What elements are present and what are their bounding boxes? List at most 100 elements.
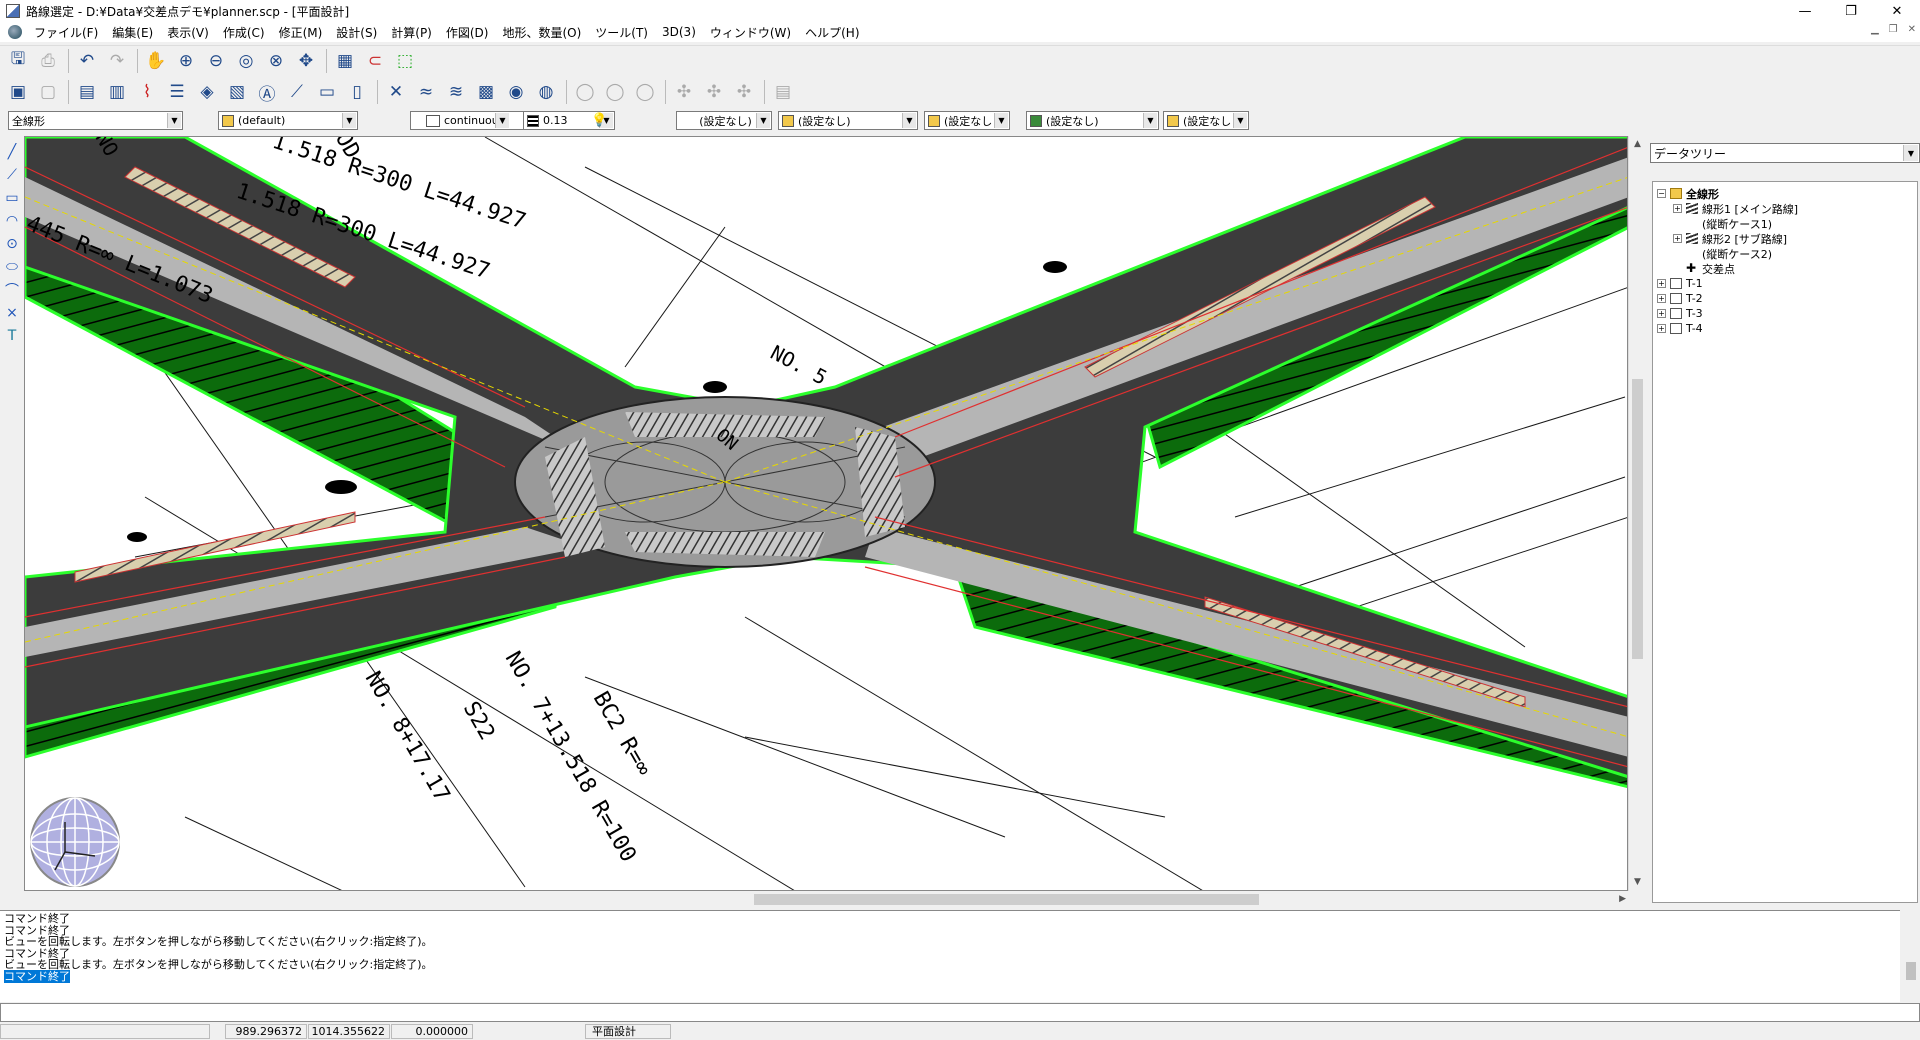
scroll-thumb[interactable] [1632, 379, 1643, 659]
setting2-select[interactable]: (設定なし) ▼ [778, 111, 918, 130]
circle-tool-2-icon[interactable]: ◯ [601, 79, 629, 105]
settings-tool-icon[interactable]: ▤ [769, 79, 797, 105]
select-icon[interactable]: ⬚ [391, 48, 419, 74]
zoom-out-icon[interactable]: ⊖ [202, 48, 230, 74]
circle-tool-icon[interactable]: ⊙ [0, 232, 24, 255]
data-tree[interactable]: − 全線形 + 線形1 [メイン路線] (縦断ケース1) + 線形2 [サブ路線] (縦断ケー… [1652, 181, 1918, 903]
alignment-tool-icon[interactable]: ▣ [4, 79, 32, 105]
collapse-icon[interactable]: − [1657, 189, 1666, 198]
redo-icon[interactable]: ↷ [103, 48, 131, 74]
viewport-horizontal-scrollbar[interactable]: ▶ [24, 891, 1628, 908]
mdi-restore-icon[interactable]: ❐ [1889, 24, 1898, 35]
layers-icon[interactable]: ◈ [193, 79, 221, 105]
view-icon[interactable]: ◉ [502, 79, 530, 105]
chevron-down-icon[interactable]: ▼ [1143, 113, 1157, 128]
rectangle-tool-icon[interactable]: ▭ [0, 186, 24, 209]
zoom-extents-icon[interactable]: ✥ [292, 48, 320, 74]
menu-modify[interactable]: 修正(M) [273, 24, 331, 41]
text-tool-icon[interactable]: T [0, 324, 24, 347]
calculator-icon[interactable]: ▤ [73, 79, 101, 105]
expand-icon[interactable]: + [1657, 279, 1666, 288]
ellipse-tool-icon[interactable]: ⬭ [0, 255, 24, 278]
viewport-vertical-scrollbar[interactable]: ▲ ▼ [1628, 136, 1645, 891]
chevron-down-icon[interactable]: ▼ [495, 113, 509, 128]
point-tool-icon[interactable]: × [0, 301, 24, 324]
panel-view-select[interactable]: データツリー ▼ [1650, 143, 1920, 163]
expand-icon[interactable]: + [1657, 309, 1666, 318]
profile-edit-icon[interactable]: ≋ [442, 79, 470, 105]
panel-icon[interactable]: ▯ [343, 79, 371, 105]
tree-node[interactable]: + T-3 [1657, 306, 1913, 321]
chevron-down-icon[interactable]: ▼ [1233, 113, 1247, 128]
chevron-down-icon[interactable]: ▼ [1903, 145, 1918, 161]
menu-window[interactable]: ウィンドウ(W) [704, 24, 799, 41]
table-icon[interactable]: ▥ [103, 79, 131, 105]
menu-terrain[interactable]: 地形、数量(O) [496, 24, 589, 41]
intersection-drawing[interactable]: 1.518 R=300 L=44.927 1.518 R=300 L=44.92… [25, 137, 1628, 891]
curve-tool-icon[interactable]: ⌒ [0, 278, 24, 301]
maximize-button[interactable]: ❐ [1828, 0, 1874, 22]
circle-tool-1-icon[interactable]: ◯ [571, 79, 599, 105]
measure-icon[interactable]: ⟋ [283, 79, 311, 105]
chevron-down-icon[interactable]: ▼ [1629, 874, 1646, 891]
tree-node[interactable]: + 線形1 [メイン路線] [1657, 201, 1913, 216]
cross-tool-3-icon[interactable]: ✣ [730, 79, 758, 105]
text-frame-icon[interactable]: Ⓐ [253, 79, 281, 105]
blank-tool-icon[interactable]: ▢ [34, 79, 62, 105]
pan-hand-icon[interactable]: ✋ [142, 48, 170, 74]
menu-edit[interactable]: 編集(E) [106, 24, 161, 41]
expand-icon[interactable]: + [1673, 234, 1682, 243]
tree-node[interactable]: + T-4 [1657, 321, 1913, 336]
chevron-right-icon[interactable]: ▶ [1619, 891, 1626, 908]
menu-tools[interactable]: ツール(T) [589, 24, 656, 41]
line-tool-icon[interactable]: ╱ [0, 140, 24, 163]
tree-node[interactable]: (縦断ケース2) [1657, 246, 1913, 261]
minimize-button[interactable]: — [1782, 0, 1828, 22]
expand-icon[interactable]: + [1657, 324, 1666, 333]
chevron-down-icon[interactable]: ▼ [342, 113, 356, 128]
document-icon[interactable] [8, 25, 22, 39]
menu-create[interactable]: 作成(C) [217, 24, 273, 41]
tree-node[interactable]: − 全線形 [1657, 186, 1913, 201]
menu-design[interactable]: 設計(S) [330, 24, 385, 41]
list-icon[interactable]: ☰ [163, 79, 191, 105]
chevron-up-icon[interactable]: ▲ [1629, 136, 1646, 153]
window-icon[interactable]: ▭ [313, 79, 341, 105]
print-icon[interactable]: ⎙ [34, 48, 62, 74]
scroll-thumb[interactable] [754, 894, 1259, 905]
chevron-down-icon[interactable]: ▼ [167, 113, 181, 128]
command-log-scrollbar[interactable] [1902, 910, 1920, 1002]
tree-node[interactable]: ✚ 交差点 [1657, 261, 1913, 276]
scroll-thumb[interactable] [1906, 962, 1916, 980]
structure-icon[interactable]: ▩ [472, 79, 500, 105]
layer-select[interactable]: (default) ▼ [218, 111, 358, 130]
orientation-globe-icon[interactable] [25, 792, 125, 891]
section-icon[interactable]: ▧ [223, 79, 251, 105]
save-icon[interactable]: 🖫 [4, 48, 32, 74]
chevron-down-icon[interactable]: ▼ [994, 113, 1008, 128]
menu-file[interactable]: ファイル(F) [28, 24, 106, 41]
expand-icon[interactable]: + [1657, 294, 1666, 303]
chevron-down-icon[interactable]: ▼ [756, 113, 770, 128]
alignment-select[interactable]: 全線形 ▼ [8, 111, 183, 130]
undo-icon[interactable]: ↶ [73, 48, 101, 74]
setting1-select[interactable]: (設定なし) ▼ [676, 111, 772, 130]
command-input[interactable] [0, 1003, 1920, 1022]
profile-icon[interactable]: ≈ [412, 79, 440, 105]
circle-tool-3-icon[interactable]: ◯ [631, 79, 659, 105]
zoom-in-icon[interactable]: ⊕ [172, 48, 200, 74]
zoom-window-icon[interactable]: ◎ [232, 48, 260, 74]
tree-node[interactable]: + 線形2 [サブ路線] [1657, 231, 1913, 246]
menu-draw[interactable]: 作図(D) [440, 24, 497, 41]
lightbulb-button[interactable]: 💡 [588, 111, 608, 130]
zoom-all-icon[interactable]: ⊗ [262, 48, 290, 74]
menu-help[interactable]: ヘルプ(H) [799, 24, 867, 41]
close-button[interactable]: ✕ [1874, 0, 1920, 22]
render-icon[interactable]: ◍ [532, 79, 560, 105]
snap-magnet-icon[interactable]: ⊂ [361, 48, 389, 74]
drawing-viewport[interactable]: 1.518 R=300 L=44.927 1.518 R=300 L=44.92… [24, 136, 1628, 891]
arc-tool-icon[interactable]: ◠ [0, 209, 24, 232]
setting5-select[interactable]: (設定なし ▼ [1163, 111, 1249, 130]
menu-calc[interactable]: 計算(P) [385, 24, 440, 41]
mdi-minimize-icon[interactable]: ▁ [1871, 24, 1879, 35]
